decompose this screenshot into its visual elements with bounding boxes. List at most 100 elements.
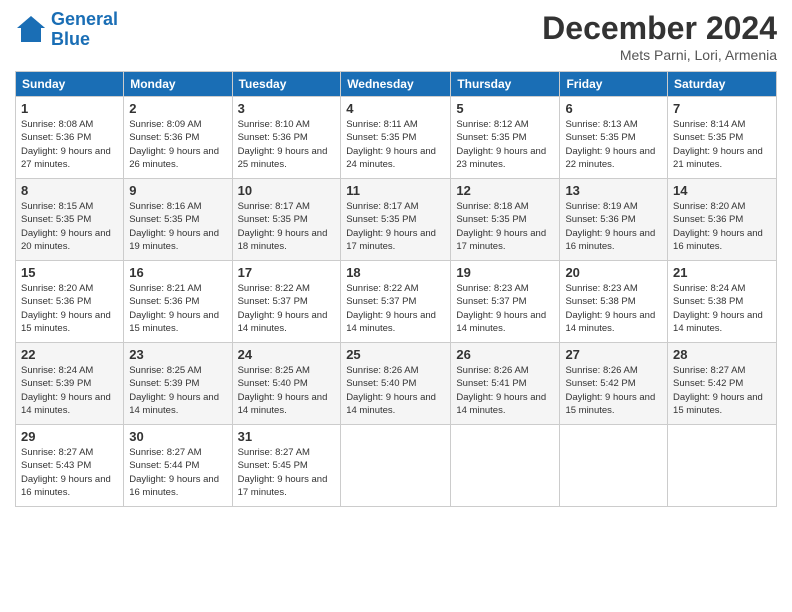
- day-cell: 10 Sunrise: 8:17 AMSunset: 5:35 PMDayligh…: [232, 179, 341, 261]
- day-cell: [668, 425, 777, 507]
- col-header-monday: Monday: [124, 72, 232, 97]
- day-number: 21: [673, 265, 771, 280]
- day-info: Sunrise: 8:10 AMSunset: 5:36 PMDaylight:…: [238, 118, 336, 171]
- day-number: 12: [456, 183, 554, 198]
- day-cell: 17 Sunrise: 8:22 AMSunset: 5:37 PMDayligh…: [232, 261, 341, 343]
- day-info: Sunrise: 8:18 AMSunset: 5:35 PMDaylight:…: [456, 200, 554, 253]
- day-cell: 12 Sunrise: 8:18 AMSunset: 5:35 PMDayligh…: [451, 179, 560, 261]
- day-number: 7: [673, 101, 771, 116]
- day-info: Sunrise: 8:19 AMSunset: 5:36 PMDaylight:…: [565, 200, 662, 253]
- day-info: Sunrise: 8:27 AMSunset: 5:42 PMDaylight:…: [673, 364, 771, 417]
- day-number: 24: [238, 347, 336, 362]
- day-info: Sunrise: 8:27 AMSunset: 5:45 PMDaylight:…: [238, 446, 336, 499]
- day-cell: 25 Sunrise: 8:26 AMSunset: 5:40 PMDayligh…: [341, 343, 451, 425]
- day-cell: 21 Sunrise: 8:24 AMSunset: 5:38 PMDayligh…: [668, 261, 777, 343]
- day-cell: 28 Sunrise: 8:27 AMSunset: 5:42 PMDayligh…: [668, 343, 777, 425]
- logo-line1: General: [51, 9, 118, 29]
- day-number: 18: [346, 265, 445, 280]
- col-header-saturday: Saturday: [668, 72, 777, 97]
- day-cell: 19 Sunrise: 8:23 AMSunset: 5:37 PMDayligh…: [451, 261, 560, 343]
- day-info: Sunrise: 8:13 AMSunset: 5:35 PMDaylight:…: [565, 118, 662, 171]
- day-info: Sunrise: 8:27 AMSunset: 5:44 PMDaylight:…: [129, 446, 226, 499]
- calendar-table: SundayMondayTuesdayWednesdayThursdayFrid…: [15, 71, 777, 507]
- day-info: Sunrise: 8:17 AMSunset: 5:35 PMDaylight:…: [238, 200, 336, 253]
- day-info: Sunrise: 8:23 AMSunset: 5:37 PMDaylight:…: [456, 282, 554, 335]
- day-info: Sunrise: 8:26 AMSunset: 5:41 PMDaylight:…: [456, 364, 554, 417]
- day-info: Sunrise: 8:15 AMSunset: 5:35 PMDaylight:…: [21, 200, 118, 253]
- day-info: Sunrise: 8:21 AMSunset: 5:36 PMDaylight:…: [129, 282, 226, 335]
- day-info: Sunrise: 8:09 AMSunset: 5:36 PMDaylight:…: [129, 118, 226, 171]
- day-cell: 3 Sunrise: 8:10 AMSunset: 5:36 PMDaylight…: [232, 97, 341, 179]
- day-number: 5: [456, 101, 554, 116]
- col-header-thursday: Thursday: [451, 72, 560, 97]
- logo-icon: [15, 14, 47, 46]
- day-cell: 4 Sunrise: 8:11 AMSunset: 5:35 PMDaylight…: [341, 97, 451, 179]
- day-info: Sunrise: 8:11 AMSunset: 5:35 PMDaylight:…: [346, 118, 445, 171]
- day-cell: 9Sunrise: 8:16 AMSunset: 5:35 PMDaylight…: [124, 179, 232, 261]
- day-info: Sunrise: 8:22 AMSunset: 5:37 PMDaylight:…: [238, 282, 336, 335]
- header-row: SundayMondayTuesdayWednesdayThursdayFrid…: [16, 72, 777, 97]
- day-info: Sunrise: 8:17 AMSunset: 5:35 PMDaylight:…: [346, 200, 445, 253]
- col-header-friday: Friday: [560, 72, 668, 97]
- day-number: 10: [238, 183, 336, 198]
- day-cell: 1 Sunrise: 8:08 AMSunset: 5:36 PMDaylight…: [16, 97, 124, 179]
- day-cell: 7 Sunrise: 8:14 AMSunset: 5:35 PMDaylight…: [668, 97, 777, 179]
- day-info: Sunrise: 8:12 AMSunset: 5:35 PMDaylight:…: [456, 118, 554, 171]
- day-number: 6: [565, 101, 662, 116]
- day-number: 28: [673, 347, 771, 362]
- day-number: 19: [456, 265, 554, 280]
- day-number: 20: [565, 265, 662, 280]
- week-row-4: 22 Sunrise: 8:24 AMSunset: 5:39 PMDayligh…: [16, 343, 777, 425]
- logo: General Blue: [15, 10, 118, 50]
- day-cell: 2Sunrise: 8:09 AMSunset: 5:36 PMDaylight…: [124, 97, 232, 179]
- col-header-wednesday: Wednesday: [341, 72, 451, 97]
- title-block: December 2024 Mets Parni, Lori, Armenia: [542, 10, 777, 63]
- day-cell: 13Sunrise: 8:19 AMSunset: 5:36 PMDayligh…: [560, 179, 668, 261]
- day-number: 3: [238, 101, 336, 116]
- header: General Blue December 2024 Mets Parni, L…: [15, 10, 777, 63]
- day-number: 27: [565, 347, 662, 362]
- day-cell: 5 Sunrise: 8:12 AMSunset: 5:35 PMDaylight…: [451, 97, 560, 179]
- day-number: 16: [129, 265, 226, 280]
- day-cell: 30 Sunrise: 8:27 AMSunset: 5:44 PMDayligh…: [124, 425, 232, 507]
- day-info: Sunrise: 8:08 AMSunset: 5:36 PMDaylight:…: [21, 118, 118, 171]
- day-cell: 24Sunrise: 8:25 AMSunset: 5:40 PMDayligh…: [232, 343, 341, 425]
- day-info: Sunrise: 8:26 AMSunset: 5:40 PMDaylight:…: [346, 364, 445, 417]
- day-info: Sunrise: 8:24 AMSunset: 5:39 PMDaylight:…: [21, 364, 118, 417]
- day-cell: 27Sunrise: 8:26 AMSunset: 5:42 PMDayligh…: [560, 343, 668, 425]
- day-cell: 29 Sunrise: 8:27 AMSunset: 5:43 PMDayligh…: [16, 425, 124, 507]
- day-number: 25: [346, 347, 445, 362]
- day-cell: 23Sunrise: 8:25 AMSunset: 5:39 PMDayligh…: [124, 343, 232, 425]
- month-title: December 2024: [542, 10, 777, 47]
- day-cell: 11Sunrise: 8:17 AMSunset: 5:35 PMDayligh…: [341, 179, 451, 261]
- day-number: 30: [129, 429, 226, 444]
- day-info: Sunrise: 8:27 AMSunset: 5:43 PMDaylight:…: [21, 446, 118, 499]
- day-info: Sunrise: 8:20 AMSunset: 5:36 PMDaylight:…: [673, 200, 771, 253]
- day-number: 22: [21, 347, 118, 362]
- day-number: 17: [238, 265, 336, 280]
- week-row-3: 15 Sunrise: 8:20 AMSunset: 5:36 PMDayligh…: [16, 261, 777, 343]
- location: Mets Parni, Lori, Armenia: [542, 47, 777, 63]
- page: General Blue December 2024 Mets Parni, L…: [0, 0, 792, 612]
- day-info: Sunrise: 8:14 AMSunset: 5:35 PMDaylight:…: [673, 118, 771, 171]
- day-info: Sunrise: 8:20 AMSunset: 5:36 PMDaylight:…: [21, 282, 118, 335]
- day-cell: 8Sunrise: 8:15 AMSunset: 5:35 PMDaylight…: [16, 179, 124, 261]
- day-cell: [451, 425, 560, 507]
- day-cell: 6 Sunrise: 8:13 AMSunset: 5:35 PMDaylight…: [560, 97, 668, 179]
- day-info: Sunrise: 8:23 AMSunset: 5:38 PMDaylight:…: [565, 282, 662, 335]
- day-cell: 22 Sunrise: 8:24 AMSunset: 5:39 PMDayligh…: [16, 343, 124, 425]
- day-cell: 14 Sunrise: 8:20 AMSunset: 5:36 PMDayligh…: [668, 179, 777, 261]
- day-info: Sunrise: 8:25 AMSunset: 5:39 PMDaylight:…: [129, 364, 226, 417]
- day-cell: 26Sunrise: 8:26 AMSunset: 5:41 PMDayligh…: [451, 343, 560, 425]
- col-header-tuesday: Tuesday: [232, 72, 341, 97]
- day-number: 9: [129, 183, 226, 198]
- day-cell: [341, 425, 451, 507]
- day-number: 1: [21, 101, 118, 116]
- week-row-5: 29 Sunrise: 8:27 AMSunset: 5:43 PMDayligh…: [16, 425, 777, 507]
- day-number: 14: [673, 183, 771, 198]
- day-number: 15: [21, 265, 118, 280]
- day-info: Sunrise: 8:24 AMSunset: 5:38 PMDaylight:…: [673, 282, 771, 335]
- day-cell: 16 Sunrise: 8:21 AMSunset: 5:36 PMDayligh…: [124, 261, 232, 343]
- day-number: 29: [21, 429, 118, 444]
- day-number: 4: [346, 101, 445, 116]
